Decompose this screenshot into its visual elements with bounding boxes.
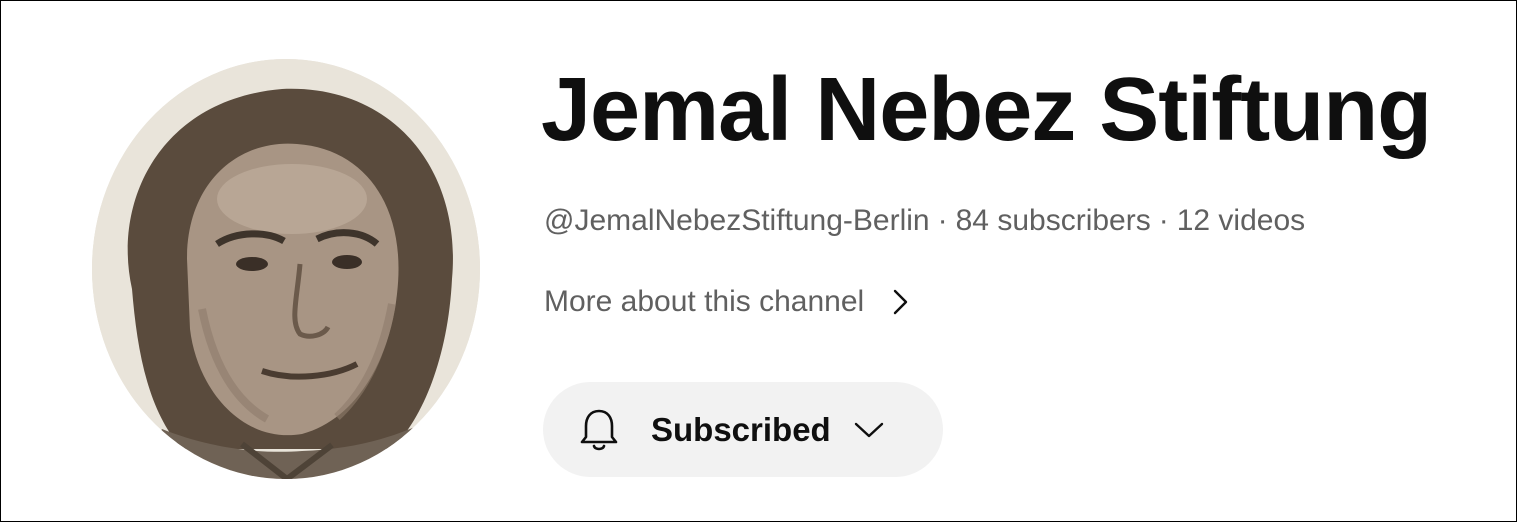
more-about-channel-link[interactable]: More about this channel (544, 285, 912, 319)
subscribed-label: Subscribed (651, 410, 831, 448)
channel-handle[interactable]: @JemalNebezStiftung-Berlin (544, 204, 930, 237)
subscriber-count: 84 subscribers (955, 204, 1151, 237)
channel-title: Jemal Nebez Stiftung (541, 60, 1432, 160)
channel-header: Jemal Nebez Stiftung @JemalNebezStiftung… (0, 0, 1517, 522)
video-count: 12 videos (1176, 204, 1306, 237)
chevron-right-icon (894, 289, 908, 315)
chevron-down-icon (854, 422, 883, 437)
more-about-label: More about this channel (544, 285, 865, 318)
meta-separator: · (937, 204, 948, 237)
bell-icon (580, 409, 618, 450)
subscribed-button[interactable]: Subscribed (543, 382, 943, 477)
channel-avatar[interactable] (92, 59, 480, 479)
avatar-portrait-image (92, 59, 480, 479)
meta-separator: · (1158, 204, 1169, 237)
channel-meta: @JemalNebezStiftung-Berlin · 84 subscriber… (544, 204, 1305, 238)
